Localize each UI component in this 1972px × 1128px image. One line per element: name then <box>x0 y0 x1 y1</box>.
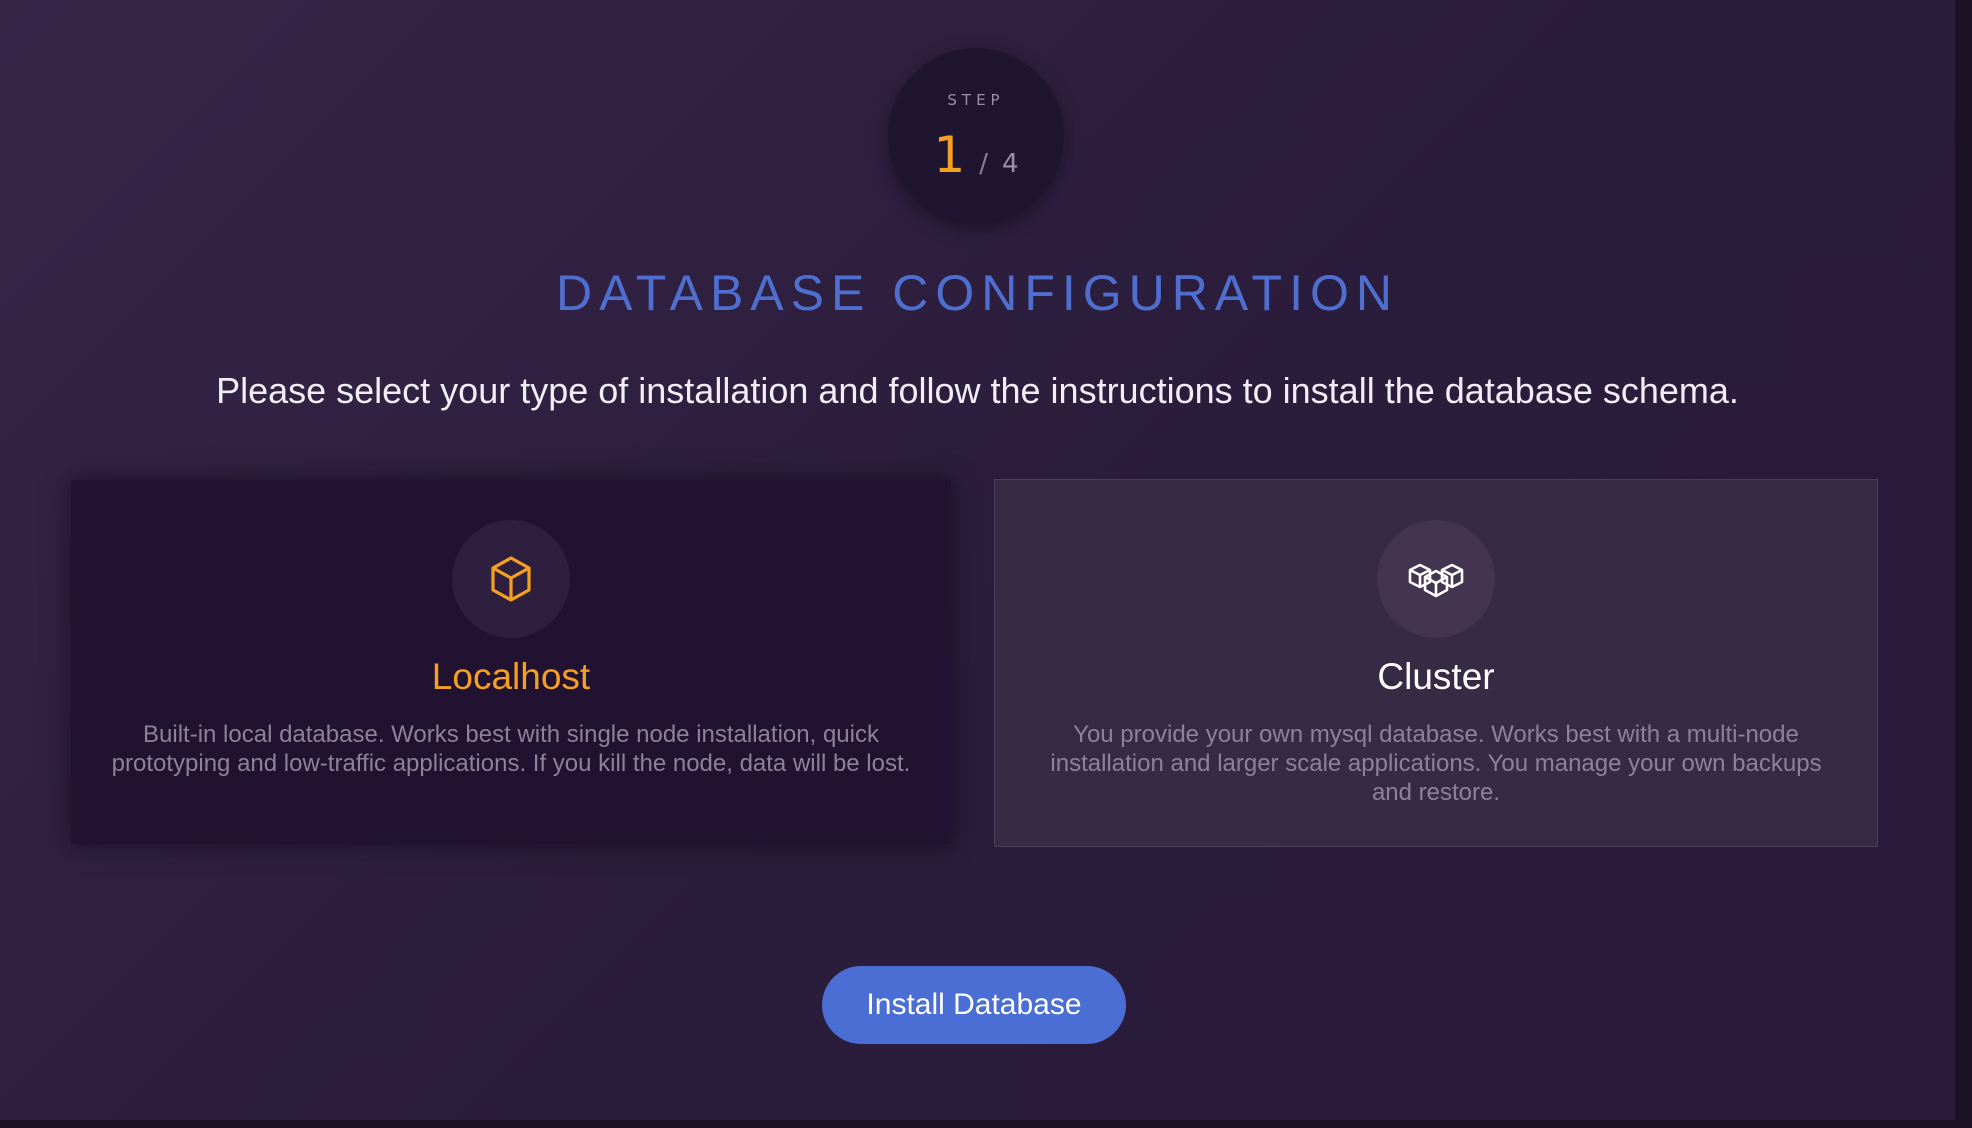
cube-icon <box>491 556 531 602</box>
option-icon-circle <box>1377 520 1495 638</box>
step-label: STEP <box>947 91 1005 109</box>
step-indicator: STEP 1 / 4 <box>888 48 1064 224</box>
page-background: STEP 1 / 4 DATABASE CONFIGURATION Please s… <box>0 0 1955 1120</box>
step-current: 1 <box>933 126 966 184</box>
window-bottom-edge <box>0 1120 1972 1128</box>
cubes-icon <box>1408 563 1464 598</box>
install-database-button[interactable]: Install Database <box>822 966 1126 1044</box>
option-description: You provide your own mysql database. Wor… <box>1050 721 1822 806</box>
scrollbar-track <box>1955 0 1972 1128</box>
option-card-localhost[interactable]: Localhost Built-in local database. Works… <box>71 480 951 844</box>
page-subtitle: Please select your type of installation … <box>216 370 1739 411</box>
option-title: Cluster <box>1377 656 1495 697</box>
option-card-cluster[interactable]: Cluster You provide your own mysql datab… <box>994 479 1878 847</box>
step-total: 4 <box>1002 149 1019 179</box>
step-separator: / <box>979 149 989 179</box>
option-title: Localhost <box>431 656 591 697</box>
option-description: Built-in local database. Works best with… <box>111 721 911 777</box>
option-icon-circle <box>452 520 570 638</box>
step-count: 1 / 4 <box>888 126 1064 184</box>
page-title: DATABASE CONFIGURATION <box>556 265 1399 321</box>
